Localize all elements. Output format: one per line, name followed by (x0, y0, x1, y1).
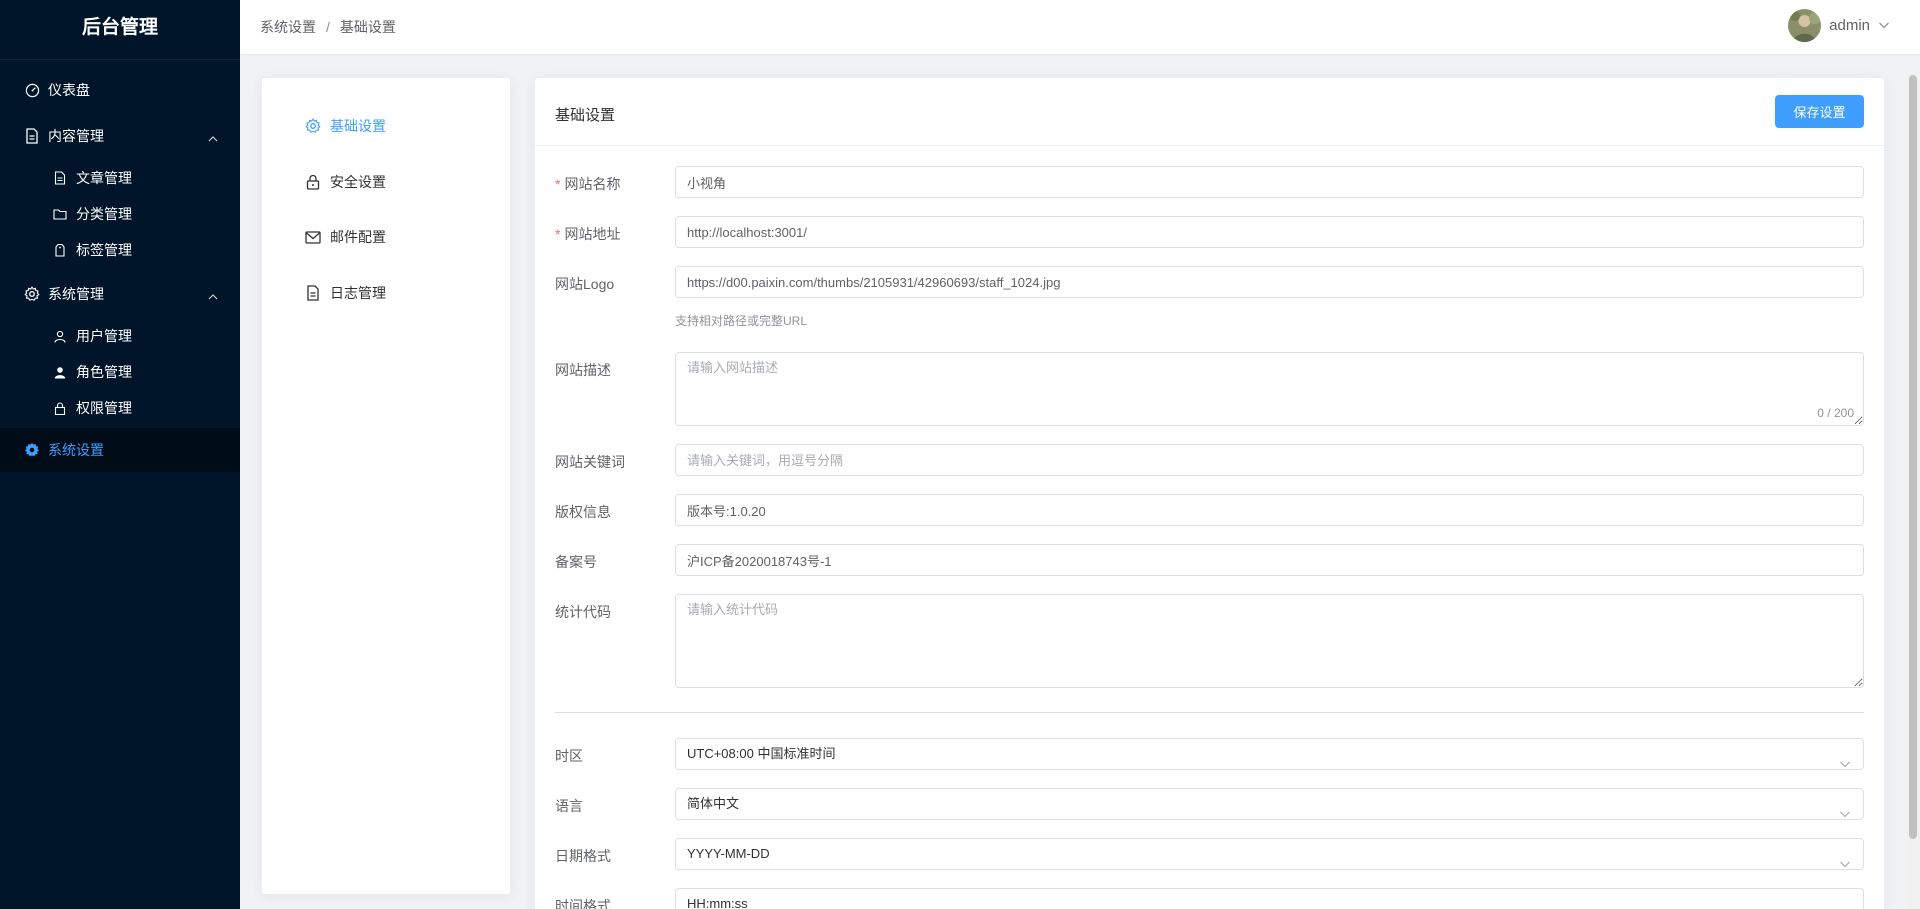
menu-label-content: 内容管理 (48, 128, 104, 144)
settings-nav: 基础设置 安全设置 邮件配置 日志管理 (261, 77, 511, 895)
document-icon (305, 285, 321, 301)
document-icon (24, 128, 40, 144)
menu-item-settings[interactable]: 系统设置 (0, 428, 240, 472)
chevron-down-icon (1878, 17, 1890, 33)
tag-icon (53, 243, 67, 257)
submenu-item-articles[interactable]: 文章管理 (0, 160, 240, 196)
logo-label: 网站Logo (555, 276, 615, 292)
menu-item-dashboard[interactable]: 仪表盘 (0, 68, 240, 112)
settings-nav-label: 日志管理 (330, 285, 386, 301)
card-title: 基础设置 (555, 107, 616, 124)
submenu-label: 权限管理 (76, 400, 132, 416)
dashboard-icon (24, 82, 40, 98)
description-label: 网站描述 (555, 362, 611, 378)
folder-icon (53, 207, 67, 221)
settings-nav-mail[interactable]: 邮件配置 (305, 227, 386, 247)
submenu-label: 用户管理 (76, 328, 132, 344)
settings-nav-logs[interactable]: 日志管理 (305, 283, 386, 303)
timezone-select[interactable]: UTC+08:00 中国标准时间 (675, 738, 1864, 770)
submenu-item-roles[interactable]: 角色管理 (0, 354, 240, 390)
timezone-label: 时区 (555, 748, 583, 764)
user-filled-icon (53, 365, 67, 379)
file-icon (53, 171, 67, 185)
logo-hint: 支持相对路径或完整URL (675, 314, 808, 328)
user-menu[interactable]: admin (1788, 8, 1890, 42)
basic-settings-card: 基础设置 保存设置 *网站名称 *网站地址 网站Logo 支持相对路径或完整UR… (534, 77, 1885, 909)
settings-nav-label: 安全设置 (330, 174, 386, 190)
copyright-input[interactable] (675, 494, 1864, 526)
breadcrumb: 系统设置 / 基础设置 (260, 17, 396, 37)
save-settings-button[interactable]: 保存设置 (1775, 95, 1864, 128)
date-format-value: YYYY-MM-DD (687, 846, 770, 861)
submenu-label: 角色管理 (76, 364, 132, 380)
avatar (1788, 8, 1822, 42)
time-format-select[interactable]: HH:mm:ss (675, 888, 1864, 909)
language-select[interactable]: 简体中文 (675, 788, 1864, 820)
user-icon (53, 329, 67, 343)
language-label: 语言 (555, 798, 583, 814)
card-header: 基础设置 保存设置 (535, 78, 1884, 146)
lock-icon (305, 174, 321, 190)
copyright-label: 版权信息 (555, 504, 611, 520)
settings-nav-label: 基础设置 (330, 118, 386, 134)
chevron-up-icon (208, 131, 218, 142)
settings-nav-security[interactable]: 安全设置 (305, 172, 386, 192)
chevron-up-icon (208, 289, 218, 300)
page-scrollbar-thumb[interactable] (1909, 75, 1917, 839)
required-mark: * (555, 176, 561, 192)
brand-title: 后台管理 (0, 0, 240, 60)
chevron-down-icon (1839, 800, 1851, 818)
sidebar: 后台管理 仪表盘 内容管理 文章管理 分类管理 标签管理 系统管理 用户管理 角… (0, 0, 240, 909)
site-name-label: * 网站名称 (555, 176, 621, 192)
username: admin (1829, 16, 1870, 34)
required-mark: * (555, 226, 561, 242)
submenu-item-permissions[interactable]: 权限管理 (0, 390, 240, 426)
icp-label: 备案号 (555, 554, 597, 570)
breadcrumb-current: 基础设置 (339, 19, 396, 35)
breadcrumb-item[interactable]: 系统设置 (260, 17, 316, 37)
date-format-select[interactable]: YYYY-MM-DD (675, 838, 1864, 870)
submenu-item-tags[interactable]: 标签管理 (0, 232, 240, 268)
menu-group-system[interactable]: 系统管理 (0, 270, 240, 318)
icp-input[interactable] (675, 544, 1864, 576)
menu-group-content[interactable]: 内容管理 (0, 112, 240, 160)
logo-url-input[interactable] (675, 266, 1864, 298)
stats-code-textarea[interactable] (675, 594, 1864, 688)
language-value: 简体中文 (687, 796, 740, 811)
keywords-label: 网站关键词 (555, 454, 625, 470)
submenu-label: 文章管理 (76, 170, 132, 186)
site-url-input[interactable] (675, 216, 1864, 248)
submenu-label: 分类管理 (76, 206, 132, 222)
settings-nav-label: 邮件配置 (330, 229, 386, 245)
breadcrumb-separator: / (326, 19, 330, 35)
section-divider (555, 712, 1864, 713)
lock-icon (53, 401, 67, 415)
menu-label-dashboard: 仪表盘 (48, 82, 90, 98)
chevron-down-icon (1839, 900, 1851, 909)
site-name-input[interactable] (675, 166, 1864, 198)
time-format-value: HH:mm:ss (687, 896, 748, 909)
menu-label-settings: 系统设置 (48, 442, 104, 458)
submenu-label: 标签管理 (76, 242, 132, 258)
timezone-value: UTC+08:00 中国标准时间 (687, 746, 836, 761)
menu-label-system: 系统管理 (48, 286, 104, 302)
mail-icon (305, 229, 321, 245)
date-format-label: 日期格式 (555, 848, 611, 864)
submenu-item-users[interactable]: 用户管理 (0, 318, 240, 354)
site-url-label: * 网站地址 (555, 226, 621, 242)
top-header: 系统设置 / 基础设置 admin (240, 0, 1920, 55)
settings-nav-basic[interactable]: 基础设置 (305, 116, 386, 136)
gear-icon (305, 118, 321, 134)
chevron-down-icon (1839, 750, 1851, 768)
stats-code-label: 统计代码 (555, 604, 611, 620)
settings-gear-icon (24, 442, 40, 458)
chevron-down-icon (1839, 850, 1851, 868)
gear-icon (24, 286, 40, 302)
description-textarea[interactable] (675, 352, 1864, 426)
description-counter: 0 / 200 (1817, 406, 1854, 420)
keywords-input[interactable] (675, 444, 1864, 476)
time-format-label: 时间格式 (555, 898, 611, 909)
submenu-item-categories[interactable]: 分类管理 (0, 196, 240, 232)
